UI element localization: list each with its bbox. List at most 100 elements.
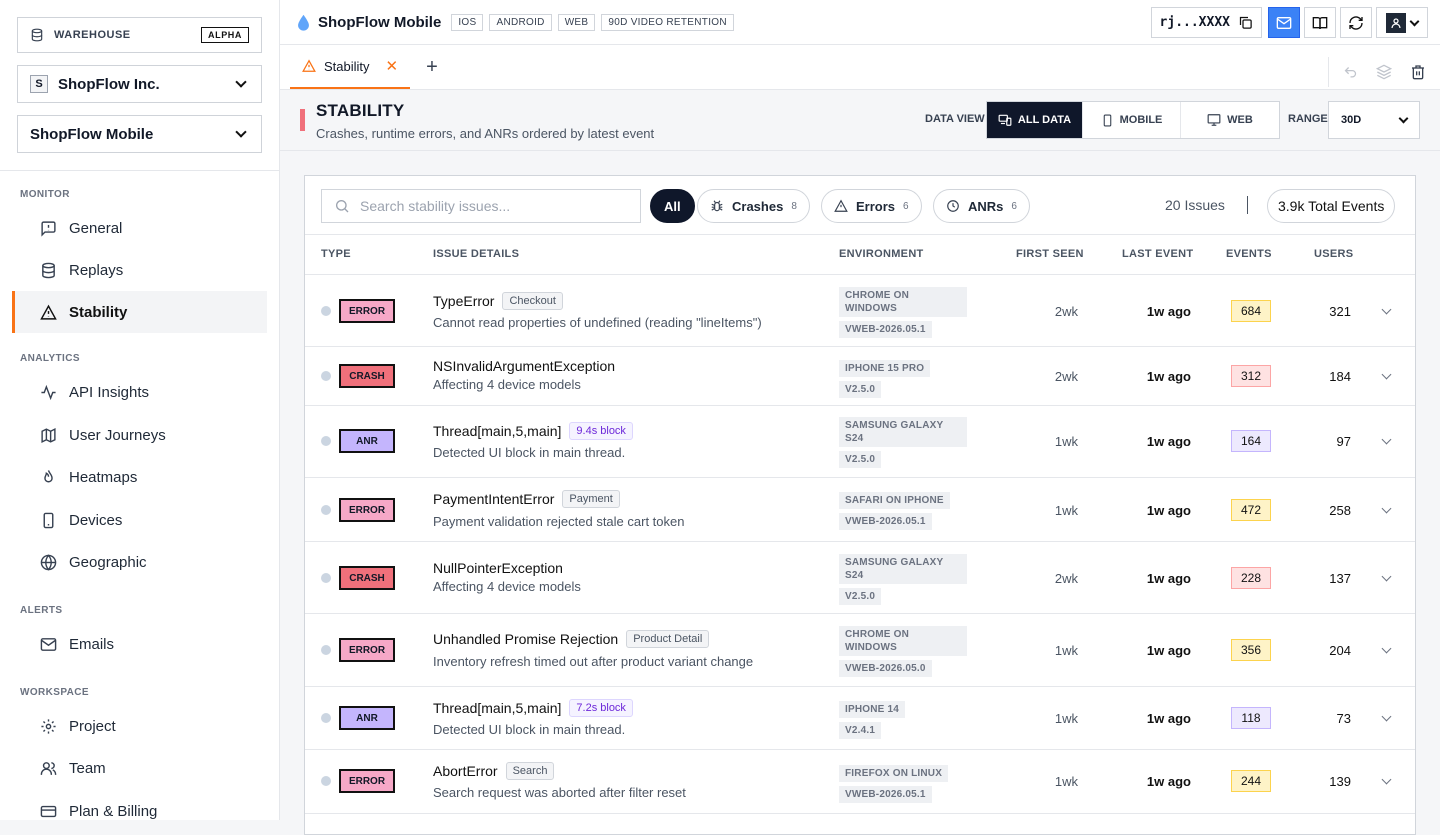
layers-icon[interactable] bbox=[1376, 64, 1392, 80]
tab-stability[interactable]: Stability ✕ bbox=[290, 45, 411, 89]
chevron-down-icon[interactable] bbox=[1381, 434, 1392, 445]
user-menu-button[interactable] bbox=[1376, 7, 1428, 38]
mail-button[interactable] bbox=[1268, 7, 1300, 38]
sidebar-item-label: Emails bbox=[69, 635, 115, 653]
col-events: EVENTS bbox=[1226, 248, 1272, 260]
sidebar-item-replays[interactable]: Replays bbox=[12, 249, 267, 291]
refresh-button[interactable] bbox=[1340, 7, 1372, 38]
warehouse-button[interactable]: WAREHOUSE ALPHA bbox=[17, 17, 262, 53]
chevron-down-icon[interactable] bbox=[1381, 369, 1392, 380]
warehouse-label: WAREHOUSE bbox=[54, 29, 131, 41]
sidebar-item-api-insights[interactable]: API Insights bbox=[12, 371, 267, 413]
last-event: 1w ago bbox=[1146, 503, 1191, 518]
add-tab-button[interactable]: + bbox=[410, 45, 438, 89]
chevron-down-icon[interactable] bbox=[1381, 643, 1392, 654]
chevron-down-icon bbox=[1398, 113, 1409, 124]
env-tag: SAMSUNG GALAXY S24 bbox=[839, 554, 967, 584]
chevron-down-icon[interactable] bbox=[1381, 774, 1392, 785]
data-view-all[interactable]: ALL DATA bbox=[987, 102, 1083, 138]
table-row[interactable]: CRASH NSInvalidArgumentException Affecti… bbox=[305, 347, 1415, 406]
bug-icon bbox=[711, 200, 723, 212]
section-workspace: WORKSPACE bbox=[20, 687, 89, 698]
env-tag: CHROME ON WINDOWS bbox=[839, 626, 967, 656]
data-view-mobile[interactable]: MOBILE bbox=[1083, 102, 1181, 138]
filter-all[interactable]: All bbox=[650, 189, 695, 223]
sidebar-item-user-journeys[interactable]: User Journeys bbox=[12, 414, 267, 456]
issue-desc: Search request was aborted after filter … bbox=[433, 785, 686, 800]
filter-crashes-count: 8 bbox=[791, 200, 797, 212]
type-badge: CRASH bbox=[339, 364, 395, 388]
sidebar-item-label: API Insights bbox=[69, 383, 150, 401]
chevron-down-icon[interactable] bbox=[1381, 711, 1392, 722]
close-icon[interactable]: ✕ bbox=[386, 57, 399, 75]
message-alert-icon bbox=[41, 220, 56, 237]
filter-crashes[interactable]: Crashes 8 bbox=[697, 189, 810, 223]
gear-icon bbox=[41, 718, 56, 734]
chevron-down-icon[interactable] bbox=[1381, 503, 1392, 514]
status-dot bbox=[321, 436, 331, 446]
issue-desc: Detected UI block in main thread. bbox=[433, 722, 626, 737]
total-events-badge: 3.9k Total Events bbox=[1267, 189, 1396, 223]
sidebar-item-geographic[interactable]: Geographic bbox=[12, 541, 267, 583]
sidebar-item-general[interactable]: General bbox=[12, 207, 267, 249]
filter-anrs[interactable]: ANRs 6 bbox=[933, 189, 1030, 223]
table-row[interactable]: ANR Thread[main,5,main] 7.2s block Detect… bbox=[305, 687, 1415, 750]
env-tag: IPHONE 15 PRO bbox=[839, 360, 931, 377]
avatar bbox=[1385, 12, 1406, 33]
chevron-down-icon[interactable] bbox=[1381, 304, 1392, 315]
last-event: 1w ago bbox=[1146, 304, 1191, 319]
issue-tag: 9.4s block bbox=[569, 422, 633, 440]
search-input[interactable]: Search stability issues... bbox=[321, 189, 641, 223]
env-tag: VWEB-2026.05.1 bbox=[839, 513, 932, 530]
platform-badge-web: WEB bbox=[557, 13, 596, 31]
section-analytics: ANALYTICS bbox=[20, 353, 80, 364]
section-monitor: MONITOR bbox=[20, 189, 70, 200]
table-row[interactable]: ANR Thread[main,5,main] 9.4s block Detect… bbox=[305, 406, 1415, 478]
issues-count: 20 Issues bbox=[1165, 197, 1225, 213]
sidebar-item-label: Project bbox=[69, 717, 116, 735]
table-row[interactable]: ERROR AbortError Search Search request wa… bbox=[305, 750, 1415, 814]
env-tag: VWEB-2026.05.0 bbox=[839, 660, 932, 677]
undo-icon[interactable] bbox=[1343, 65, 1358, 80]
org-select[interactable]: S ShopFlow Inc. bbox=[17, 65, 262, 103]
table-row[interactable]: ERROR TypeError Checkout Cannot read prop… bbox=[305, 275, 1415, 347]
table-row[interactable]: ERROR PaymentIntentError Payment Payment … bbox=[305, 478, 1415, 542]
env-tag: V2.5.0 bbox=[839, 381, 882, 398]
trash-icon[interactable] bbox=[1410, 64, 1426, 80]
project-select[interactable]: ShopFlow Mobile bbox=[17, 115, 262, 153]
sidebar-item-billing[interactable]: Plan & Billing bbox=[12, 790, 267, 832]
range-select[interactable]: 30D bbox=[1328, 101, 1420, 139]
org-name: ShopFlow Inc. bbox=[58, 75, 160, 93]
warning-icon bbox=[834, 199, 848, 212]
issue-title: Unhandled Promise Rejection bbox=[433, 631, 619, 647]
sidebar-item-stability[interactable]: Stability bbox=[12, 291, 267, 333]
table-row[interactable]: CRASH NullPointerException Affecting 4 d… bbox=[305, 542, 1415, 614]
events-badge: 244 bbox=[1231, 770, 1271, 792]
data-view-web[interactable]: WEB bbox=[1181, 102, 1279, 138]
first-seen: 2wk bbox=[1054, 369, 1078, 384]
chevron-down-icon[interactable] bbox=[1381, 571, 1392, 582]
users-count: 204 bbox=[1329, 643, 1351, 658]
sidebar-item-project[interactable]: Project bbox=[12, 705, 267, 747]
sidebar-item-emails[interactable]: Emails bbox=[12, 623, 267, 665]
sidebar-item-heatmaps[interactable]: Heatmaps bbox=[12, 456, 267, 498]
title-accent bbox=[300, 109, 305, 131]
filter-errors[interactable]: Errors 6 bbox=[821, 189, 922, 223]
filter-anrs-label: ANRs bbox=[968, 198, 1004, 214]
first-seen: 1wk bbox=[1054, 503, 1078, 518]
filter-errors-label: Errors bbox=[856, 198, 896, 214]
env-tag: FIREFOX ON LINUX bbox=[839, 765, 949, 782]
table-row[interactable]: ERROR Unhandled Promise Rejection Product… bbox=[305, 614, 1415, 687]
issue-title: Thread[main,5,main] bbox=[433, 700, 562, 716]
issue-title: AbortError bbox=[433, 763, 498, 779]
filter-errors-count: 6 bbox=[903, 200, 909, 212]
sidebar-item-label: Plan & Billing bbox=[69, 802, 158, 820]
droplet-icon bbox=[298, 14, 309, 31]
docs-button[interactable] bbox=[1304, 7, 1336, 38]
api-key-copy-button[interactable]: rj...XXXX bbox=[1150, 7, 1262, 38]
issue-title: Thread[main,5,main] bbox=[433, 423, 562, 439]
section-alerts: ALERTS bbox=[20, 605, 63, 616]
sidebar-item-team[interactable]: Team bbox=[12, 747, 267, 789]
copy-icon bbox=[1239, 16, 1252, 29]
sidebar-item-devices[interactable]: Devices bbox=[12, 499, 267, 541]
